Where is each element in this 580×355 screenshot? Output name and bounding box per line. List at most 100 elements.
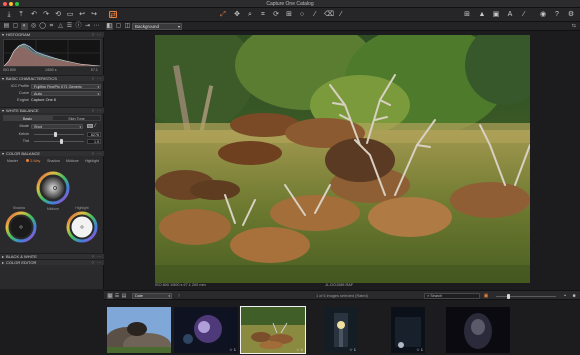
search-input[interactable]: ⌕ Search xyxy=(424,293,480,299)
section-tools-icon[interactable]: ? ⋯ xyxy=(92,76,102,81)
layers-toggle-icon[interactable]: ◧ xyxy=(106,23,113,30)
keystone-icon[interactable]: ⊞ xyxy=(285,11,293,19)
proofing-icon[interactable]: ▣ xyxy=(492,11,500,19)
white-balance-header[interactable]: ▾ WHITE BALANCE ? ⋯ xyxy=(0,107,104,113)
spot-icon[interactable]: ○ xyxy=(298,11,306,19)
color-tab-icon[interactable]: ◐ xyxy=(21,23,28,30)
picker-icon[interactable]: ⁄ xyxy=(520,11,528,19)
tab-wb-skin-tone[interactable]: Skin Tone xyxy=(52,115,101,121)
kelvin-field[interactable]: 6276 xyxy=(87,131,101,137)
histogram xyxy=(3,39,101,67)
white-balance-title: WHITE BALANCE xyxy=(6,108,39,113)
tint-field[interactable]: 1.9 xyxy=(87,138,101,144)
swap-icon[interactable]: ⇆ xyxy=(572,23,576,29)
export-icon[interactable]: ⤒ xyxy=(17,11,25,19)
redo-icon[interactable]: ↷ xyxy=(42,11,50,19)
viewer-exif: ISO 800 1/500 s f/7.1 200 mm xyxy=(155,283,206,287)
eraser-icon[interactable]: ⌫ xyxy=(324,11,334,19)
tab-cb-shadow[interactable]: Shadow xyxy=(47,158,60,164)
thumb-dark-street[interactable]: ☆ 1 xyxy=(391,307,425,353)
tab-cb-master[interactable]: Master xyxy=(7,158,18,164)
large-thumb-icon[interactable]: ■ xyxy=(571,293,577,299)
thumbnail-size-slider[interactable] xyxy=(496,294,556,299)
grid-icon[interactable]: ⊞ xyxy=(463,11,471,19)
shadow-wheel[interactable] xyxy=(5,211,37,243)
reset-icon[interactable]: ⟲ xyxy=(54,11,62,19)
midtone-wheel-label: Midtone xyxy=(46,207,60,211)
library-tab-icon[interactable]: ▤ xyxy=(3,23,10,30)
small-thumb-icon[interactable]: ▪ xyxy=(562,293,568,299)
help-icon[interactable]: ? xyxy=(553,11,561,19)
color-editor-header[interactable]: ▸ COLOR EDITOR ? ⋯ xyxy=(0,259,104,265)
layer-select[interactable]: Background ▾ xyxy=(132,23,182,30)
exposure-warning-icon[interactable]: ▲ xyxy=(478,11,486,19)
back-icon[interactable]: ↩ xyxy=(78,11,86,19)
single-view-icon[interactable]: ▢ xyxy=(115,23,122,30)
collapse-triangle-icon: ▾ xyxy=(2,151,5,156)
thumbnail-size-handle[interactable] xyxy=(506,294,510,299)
pan-icon[interactable]: ✥ xyxy=(233,11,241,19)
shadow-wheel-label: Shadow xyxy=(12,206,26,210)
camera-tab-icon[interactable]: ▢ xyxy=(12,23,19,30)
curve-row: Curve Auto ▾ xyxy=(3,90,101,96)
section-tools-icon[interactable]: ? ⋯ xyxy=(92,151,102,156)
metadata-tab-icon[interactable]: ⓘ xyxy=(75,23,82,30)
cursor-icon[interactable]: ⤢ xyxy=(219,11,227,19)
output-tab-icon[interactable]: ⇥ xyxy=(84,23,91,30)
highlight-wheel[interactable] xyxy=(66,211,98,243)
collapse-triangle-icon: ▾ xyxy=(2,32,5,37)
kelvin-slider[interactable] xyxy=(34,132,84,137)
cycle-icon[interactable]: ◉ xyxy=(539,11,547,19)
tint-slider-handle[interactable] xyxy=(60,139,63,144)
loupe-icon[interactable]: ⌕ xyxy=(246,11,254,19)
section-tools-icon[interactable]: ? ⋯ xyxy=(92,108,102,113)
rotate-icon[interactable]: ⟳ xyxy=(272,11,280,19)
tab-cb-midtone[interactable]: Midtone xyxy=(66,158,79,164)
brush-icon[interactable]: ⁄ xyxy=(311,11,319,19)
gradient-icon[interactable]: ⁄ xyxy=(337,11,345,19)
thumb-rating[interactable]: ☆ 1 xyxy=(416,347,423,352)
trash-icon[interactable]: ▭ xyxy=(66,11,74,19)
thumb-rating[interactable]: ☆ 1 xyxy=(349,347,356,352)
histogram-section-header[interactable]: ▾ HISTOGRAM ? ⋯ xyxy=(0,31,104,37)
viewer-photo[interactable] xyxy=(155,35,530,283)
text-icon[interactable]: A xyxy=(506,11,514,19)
forward-icon[interactable]: ↪ xyxy=(90,11,98,19)
curve-select[interactable]: Auto ▾ xyxy=(31,90,101,96)
tab-cb-highlight[interactable]: Highlight xyxy=(85,158,99,164)
filter-icon[interactable]: ▣ xyxy=(483,293,489,299)
color-balance-header[interactable]: ▾ COLOR BALANCE ? ⋯ xyxy=(0,150,104,156)
tint-slider[interactable] xyxy=(34,139,84,144)
tab-wb-basic[interactable]: Basic xyxy=(3,115,52,121)
thumb-bear-rock[interactable] xyxy=(107,307,171,353)
adjustments-tab-icon[interactable]: ☰ xyxy=(66,23,73,30)
thumb-dark-portrait[interactable] xyxy=(446,307,510,353)
crop-icon[interactable]: ⌗ xyxy=(259,11,267,19)
thumb-lantern-night[interactable]: ☆ 1 xyxy=(324,307,358,353)
thumb-night-flowers[interactable]: ☆ 1 xyxy=(174,307,238,353)
composition-tab-icon[interactable]: ⌗ xyxy=(48,23,55,30)
tab-cb-3way[interactable]: 3-Way xyxy=(26,158,40,164)
kelvin-slider-handle[interactable] xyxy=(53,132,57,137)
eyedropper-icon[interactable]: ⁄ xyxy=(95,123,96,129)
details-tab-icon[interactable]: △ xyxy=(57,23,64,30)
undo-icon[interactable]: ↶ xyxy=(30,11,38,19)
basic-characteristics-header[interactable]: ▾ BASIC CHARACTERISTICS ? ⋯ xyxy=(0,75,104,81)
thumb-rating[interactable]: ☆ 1 xyxy=(229,347,236,352)
batch-tab-icon[interactable]: ⋯ xyxy=(93,23,100,30)
copy-adjustments-icon[interactable]: ⇄ xyxy=(109,11,117,19)
icc-profile-select[interactable]: Fujifilm FinePix X71 Generic ▾ xyxy=(31,83,101,89)
section-tools-icon[interactable]: ? ⋯ xyxy=(92,32,102,37)
thumb-rating[interactable]: ☆ 1 xyxy=(296,347,303,352)
wb-mode-select[interactable]: Shot ▾ xyxy=(31,123,83,129)
exposure-tab-icon[interactable]: ◎ xyxy=(30,23,37,30)
section-tools-icon[interactable]: ? ⋯ xyxy=(92,260,102,265)
midtone-wheel[interactable] xyxy=(36,171,70,205)
image-viewer[interactable]: ISO 800 1/500 s f/7.1 200 mm JL-DO1089.R… xyxy=(104,31,580,289)
import-icon[interactable]: ⤓ xyxy=(5,11,13,19)
thumb-elk-herd[interactable]: ☆ 1 xyxy=(240,306,306,354)
lens-tab-icon[interactable]: ◯ xyxy=(39,23,46,30)
settings-icon[interactable]: ⚙ xyxy=(567,11,575,19)
curve-value: Auto xyxy=(34,91,42,96)
compare-view-icon[interactable]: ◫ xyxy=(124,23,131,30)
